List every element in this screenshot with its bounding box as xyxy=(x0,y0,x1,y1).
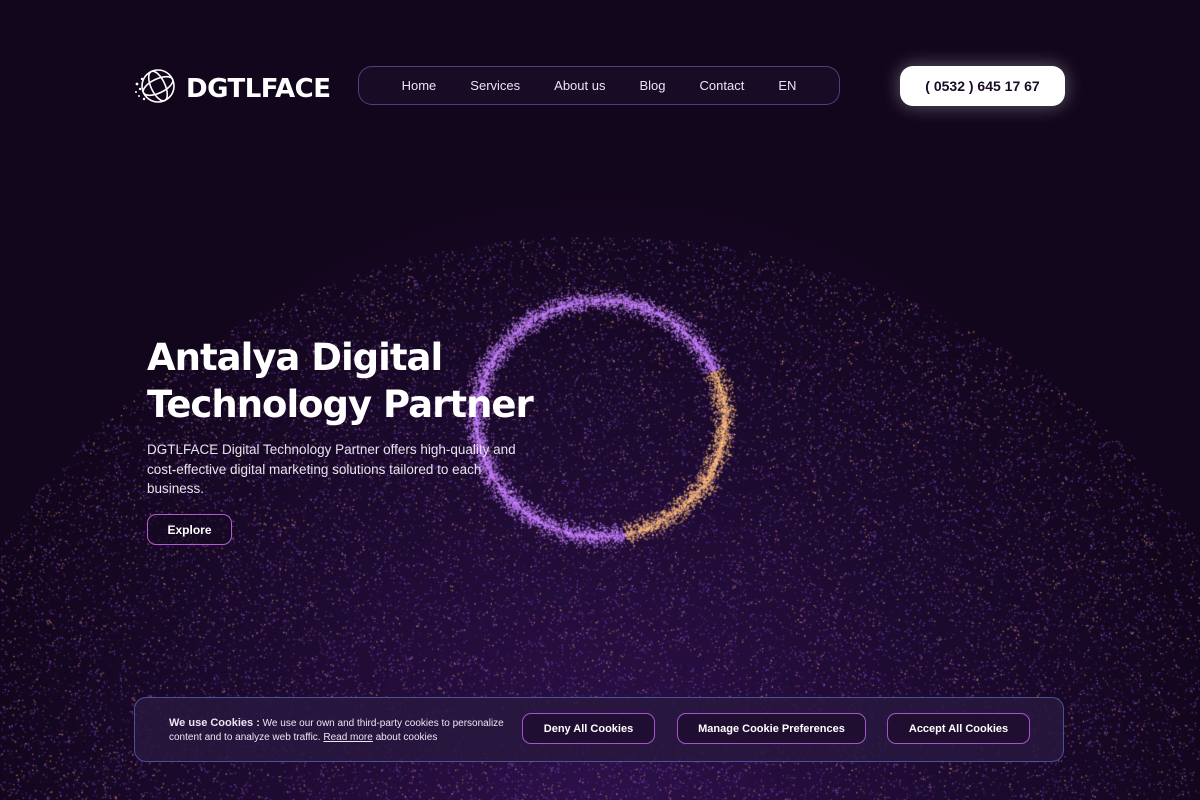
manage-cookies-button[interactable]: Manage Cookie Preferences xyxy=(677,713,866,744)
brand-name: DGTLFACE xyxy=(186,73,331,104)
language-switcher[interactable]: EN xyxy=(761,78,813,93)
cookie-banner: We use Cookies : We use our own and thir… xyxy=(134,697,1064,762)
nav-item-home[interactable]: Home xyxy=(385,78,454,93)
cookie-text-end: about cookies xyxy=(375,732,438,743)
main-nav: Home Services About us Blog Contact EN xyxy=(358,66,840,105)
explore-button[interactable]: Explore xyxy=(147,514,232,545)
nav-item-blog[interactable]: Blog xyxy=(622,78,682,93)
cookie-heading: We use Cookies : xyxy=(169,717,260,729)
hero-title-line2: Technology Partner xyxy=(147,383,534,426)
hero-description: DGTLFACE Digital Technology Partner offe… xyxy=(147,442,516,496)
hero-title: Antalya Digital Technology Partner xyxy=(147,334,567,428)
nav-item-services[interactable]: Services xyxy=(453,78,537,93)
phone-button[interactable]: ( 0532 ) 645 17 67 xyxy=(900,66,1065,106)
accept-cookies-button[interactable]: Accept All Cookies xyxy=(887,713,1030,744)
deny-cookies-button[interactable]: Deny All Cookies xyxy=(522,713,655,744)
cookie-message: We use Cookies : We use our own and thir… xyxy=(169,716,509,745)
read-more-link[interactable]: Read more xyxy=(323,732,372,743)
brand-logo[interactable]: DGTLFACE xyxy=(134,64,331,113)
nav-item-contact[interactable]: Contact xyxy=(683,78,762,93)
globe-network-icon xyxy=(134,64,180,113)
hero-title-line1: Antalya Digital xyxy=(147,336,443,379)
nav-item-about[interactable]: About us xyxy=(537,78,622,93)
